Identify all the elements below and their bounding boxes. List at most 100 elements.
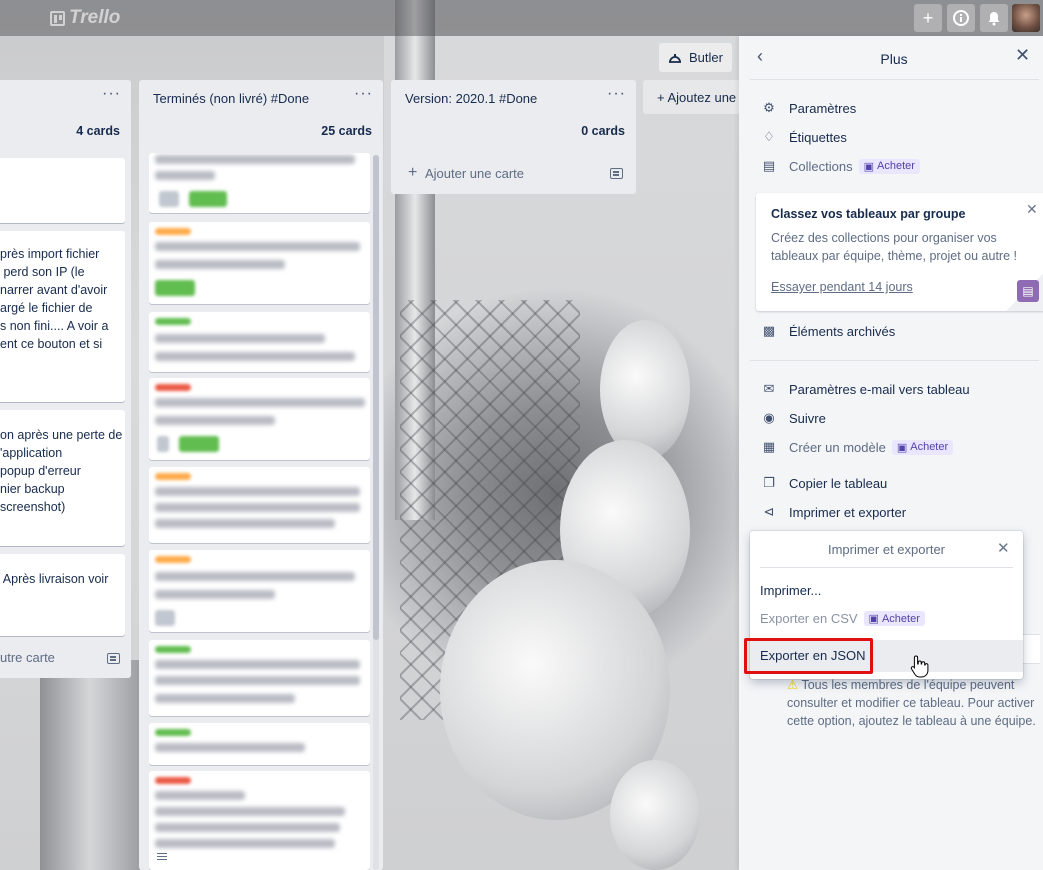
buy-label: Acheter [910,441,949,453]
menu-item-label: Créer un modèle [789,439,886,455]
card[interactable] [149,771,370,870]
panel-title: Plus [880,51,908,67]
label-icon: ♢ [763,129,775,144]
logo-text: Trello [69,7,121,28]
background-dish [600,320,690,460]
card[interactable] [149,378,370,460]
info-button[interactable] [947,4,975,32]
butler-label: Butler [689,50,723,65]
top-header: Trello + [0,0,1043,36]
bell-icon [988,12,1000,26]
team-warning: ⚠ Tous les membres de l'équipe peuvent c… [787,676,1043,730]
notifications-button[interactable] [980,4,1008,32]
card[interactable] [149,153,370,213]
card[interactable] [149,222,370,304]
briefcase-icon: ▣ [896,441,908,454]
menu-item-archives[interactable]: ▩ Éléments archivés [761,321,895,341]
list-menu-icon[interactable]: ··· [607,85,626,103]
menu-item-imprimer-exporter[interactable]: ⊲ Imprimer et exporter [761,502,907,522]
card[interactable]: près import fichier perd son IP (le narr… [0,231,125,402]
butler-button[interactable]: Butler [659,43,732,72]
archive-icon: ▩ [762,323,776,338]
divider [750,360,1039,361]
list: Version: 2020.1 #Done ··· 0 cards + Ajou… [391,80,636,194]
template-card-icon[interactable] [610,168,623,179]
add-card-button[interactable]: utre carte [0,650,55,665]
menu-item-label: Étiquettes [789,129,847,145]
highlight-box [744,638,873,674]
card[interactable] [149,312,370,372]
list-card-count: 4 cards [76,124,120,138]
close-icon[interactable]: ✕ [997,539,1010,557]
template-icon: ▦ [762,439,776,454]
print-option[interactable]: Imprimer... [760,583,821,598]
close-icon[interactable]: ✕ [1026,201,1038,218]
menu-item-etiquettes[interactable]: ♢ Étiquettes [761,127,847,147]
list-scrollbar-thumb[interactable] [373,155,379,640]
promo-trial-link[interactable]: Essayer pendant 14 jours [771,280,913,294]
briefcase-icon: ▣ [868,613,879,625]
divider [760,567,1013,568]
card[interactable]: on après une perte de 'application popup… [0,410,125,546]
menu-item-label: Paramètres [789,100,857,116]
list-menu-icon[interactable]: ··· [354,85,373,103]
trello-logo-icon [50,10,65,26]
hand-cursor-icon [910,655,929,678]
list-menu-icon[interactable]: ··· [102,85,121,103]
divider [750,79,1039,80]
export-csv-option[interactable]: Exporter en CSV ▣ Acheter [760,611,925,626]
background-dish [610,760,700,870]
buy-label: Acheter [877,160,915,172]
description-icon [157,853,167,854]
template-card-icon[interactable] [107,653,120,664]
menu-item-email[interactable]: ✉ Paramètres e-mail vers tableau [761,379,970,399]
share-icon: ⊲ [763,504,775,519]
briefcase-icon: ▣ [863,160,874,173]
warning-icon: ⚠ [787,678,799,692]
add-list-button[interactable]: + Ajoutez une [643,80,743,114]
email-icon: ✉ [763,381,775,396]
collections-promo: Classez vos tableaux par groupe Créez de… [756,193,1043,311]
list-card-count: 25 cards [321,124,372,138]
buy-badge[interactable]: ▣ Acheter [863,611,925,626]
eye-icon: ◉ [763,410,775,425]
card[interactable] [149,723,370,765]
collection-icon: ▤ [1017,280,1039,302]
menu-item-modele[interactable]: ▦ Créer un modèle ▣ Acheter [761,437,954,457]
list: ··· 4 cards près import fichier perd son… [0,80,131,678]
card[interactable]: Après livraison voir [0,554,125,636]
menu-item-label: Paramètres e-mail vers tableau [789,381,970,397]
menu-item-label: Collections [789,158,853,174]
list-card-count: 0 cards [581,124,625,138]
buy-badge[interactable]: ▣ Acheter [858,158,920,174]
menu-item-suivre[interactable]: ◉ Suivre [761,408,826,428]
menu-item-copier[interactable]: ❐ Copier le tableau [761,473,887,493]
list-title[interactable]: Version: 2020.1 #Done [405,91,537,106]
plus-icon: + [657,90,668,105]
promo-title: Classez vos tableaux par groupe [771,207,966,221]
create-button[interactable]: + [914,4,942,32]
promo-body: Créez des collections pour organiser vos… [771,231,1017,263]
copy-icon: ❐ [763,475,775,490]
menu-item-collections[interactable]: ▤ Collections ▣ Acheter [761,156,920,176]
menu-item-label: Copier le tableau [789,475,888,491]
add-card-button[interactable]: Ajouter une carte [425,166,524,181]
team-select-partial[interactable] [1020,634,1040,664]
menu-item-label: Éléments archivés [789,323,896,339]
butler-icon [669,53,682,63]
close-icon[interactable]: ✕ [1015,45,1030,66]
list-title[interactable]: Terminés (non livré) #Done [153,91,309,106]
export-csv-label: Exporter en CSV [760,611,858,626]
card[interactable] [149,640,370,716]
menu-item-parametres[interactable]: ⚙ Paramètres [761,98,856,118]
avatar[interactable] [1012,4,1040,32]
card[interactable] [149,467,370,543]
card[interactable] [0,158,125,223]
gear-icon: ⚙ [763,100,775,115]
background-mast-left [40,660,140,870]
trello-logo[interactable]: Trello [50,7,120,29]
info-icon [953,10,969,26]
buy-badge[interactable]: ▣ Acheter [891,439,954,455]
card[interactable] [149,550,370,632]
add-list-label: Ajoutez une [667,90,737,105]
